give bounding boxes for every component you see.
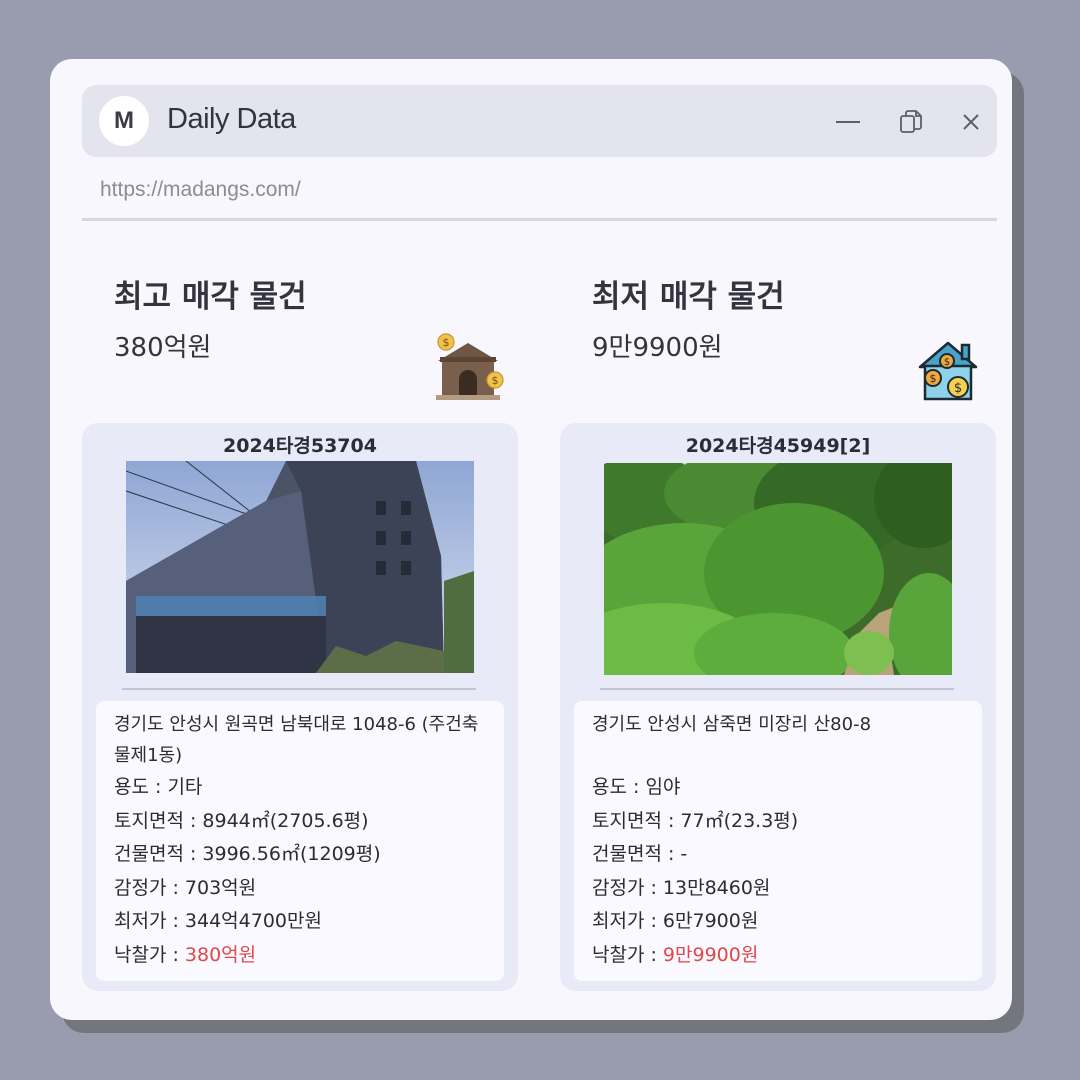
svg-text:$: $ <box>944 357 950 368</box>
winning-bid-row: 낙찰가 : 380억원 <box>114 939 486 973</box>
usage-label: 용도 : <box>592 776 646 798</box>
usage-row: 용도 : 임야 <box>592 771 964 805</box>
building-area-value: 3996.56㎡(1209평) <box>202 843 381 865</box>
svg-text:$: $ <box>930 372 937 385</box>
land-area-value: 8944㎡(2705.6평) <box>202 809 369 832</box>
appraisal-value: 13만8460원 <box>662 876 771 899</box>
appraisal-label: 감정가 : <box>114 876 185 899</box>
winning-bid-value: 380억원 <box>184 943 257 966</box>
title-bar: M Daily Data <box>82 85 997 157</box>
highest-sale-value: 380억원 <box>114 333 212 363</box>
appraisal-value: 703억원 <box>184 876 257 899</box>
minimum-price-row: 최저가 : 6만7900원 <box>592 905 964 939</box>
building-area-label: 건물면적 : <box>592 843 681 865</box>
minimum-price-label: 최저가 : <box>592 910 663 932</box>
svg-text:$: $ <box>492 374 499 387</box>
usage-label: 용도 : <box>114 776 168 798</box>
land-area-row: 토지면적 : 8944㎡(2705.6평) <box>114 805 486 839</box>
minimize-icon <box>836 121 860 123</box>
house-money-icon: $ $ <box>436 333 504 400</box>
close-button[interactable] <box>956 107 986 137</box>
building-area-row: 건물면적 : - <box>592 838 964 872</box>
copy-button[interactable] <box>896 107 926 137</box>
building-area-label: 건물면적 : <box>114 843 203 865</box>
property-address: 경기도 안성시 삼죽면 미장리 산80-8 <box>592 714 872 735</box>
warehouse-building-photo <box>126 461 474 673</box>
avatar[interactable]: M <box>99 96 149 146</box>
land-area-label: 토지면적 : <box>592 809 681 832</box>
url-bar[interactable]: https://madangs.com/ <box>100 178 301 202</box>
auction-card-lowest[interactable]: 2024타경45949[2] 경기도 안성시 삼죽면 미장리 산80-8 용도 … <box>560 423 996 991</box>
minimum-price-label: 최저가 : <box>114 910 185 932</box>
appraisal-label: 감정가 : <box>592 876 663 899</box>
property-info: 경기도 안성시 삼죽면 미장리 산80-8 용도 : 임야 토지면적 : 77㎡… <box>574 701 982 981</box>
lowest-sale-title: 최저 매각 물건 <box>592 279 785 315</box>
url-divider <box>82 218 997 221</box>
minimum-price-value: 6만7900원 <box>662 910 759 932</box>
winning-bid-row: 낙찰가 : 9만9900원 <box>592 939 964 973</box>
land-area-label: 토지면적 : <box>114 809 203 832</box>
case-number: 2024타경53704 <box>223 435 377 457</box>
svg-text:$: $ <box>954 381 962 396</box>
usage-value: 임야 <box>645 776 681 798</box>
property-address: 경기도 안성시 원곡면 남북대로 1048-6 (주건축물제1동) <box>114 714 479 766</box>
minimum-price-row: 최저가 : 344억4700만원 <box>114 905 486 939</box>
building-area-value: - <box>680 843 688 865</box>
close-icon <box>963 114 979 130</box>
minimum-price-value: 344억4700만원 <box>184 910 322 932</box>
land-area-row: 토지면적 : 77㎡(23.3평) <box>592 805 964 839</box>
card-divider <box>122 688 476 690</box>
app-title: Daily Data <box>167 103 296 135</box>
copy-icon <box>900 110 922 133</box>
app-window: M Daily Data https://madangs.com/ 최고 매각 … <box>50 59 1012 1020</box>
property-info: 경기도 안성시 원곡면 남북대로 1048-6 (주건축물제1동) 용도 : 기… <box>96 701 504 981</box>
minimize-button[interactable] <box>833 107 863 137</box>
usage-value: 기타 <box>167 776 203 798</box>
winning-bid-value: 9만9900원 <box>662 943 759 966</box>
card-divider <box>600 688 954 690</box>
auction-card-highest[interactable]: 2024타경53704 경기도 안성시 원곡면 남북대로 1048-6 (주건축… <box>82 423 518 991</box>
winning-bid-label: 낙찰가 : <box>592 943 663 966</box>
svg-text:$: $ <box>443 336 450 349</box>
building-area-row: 건물면적 : 3996.56㎡(1209평) <box>114 838 486 872</box>
appraisal-row: 감정가 : 703억원 <box>114 872 486 906</box>
highest-sale-title: 최고 매각 물건 <box>114 279 307 315</box>
forest-land-photo <box>604 463 952 675</box>
land-area-value: 77㎡(23.3평) <box>680 809 799 832</box>
case-number: 2024타경45949[2] <box>685 435 871 457</box>
house-coins-icon: $ $ $ <box>918 341 978 401</box>
winning-bid-label: 낙찰가 : <box>114 943 185 966</box>
usage-row: 용도 : 기타 <box>114 771 486 805</box>
lowest-sale-value: 9만9900원 <box>592 333 723 363</box>
appraisal-row: 감정가 : 13만8460원 <box>592 872 964 906</box>
